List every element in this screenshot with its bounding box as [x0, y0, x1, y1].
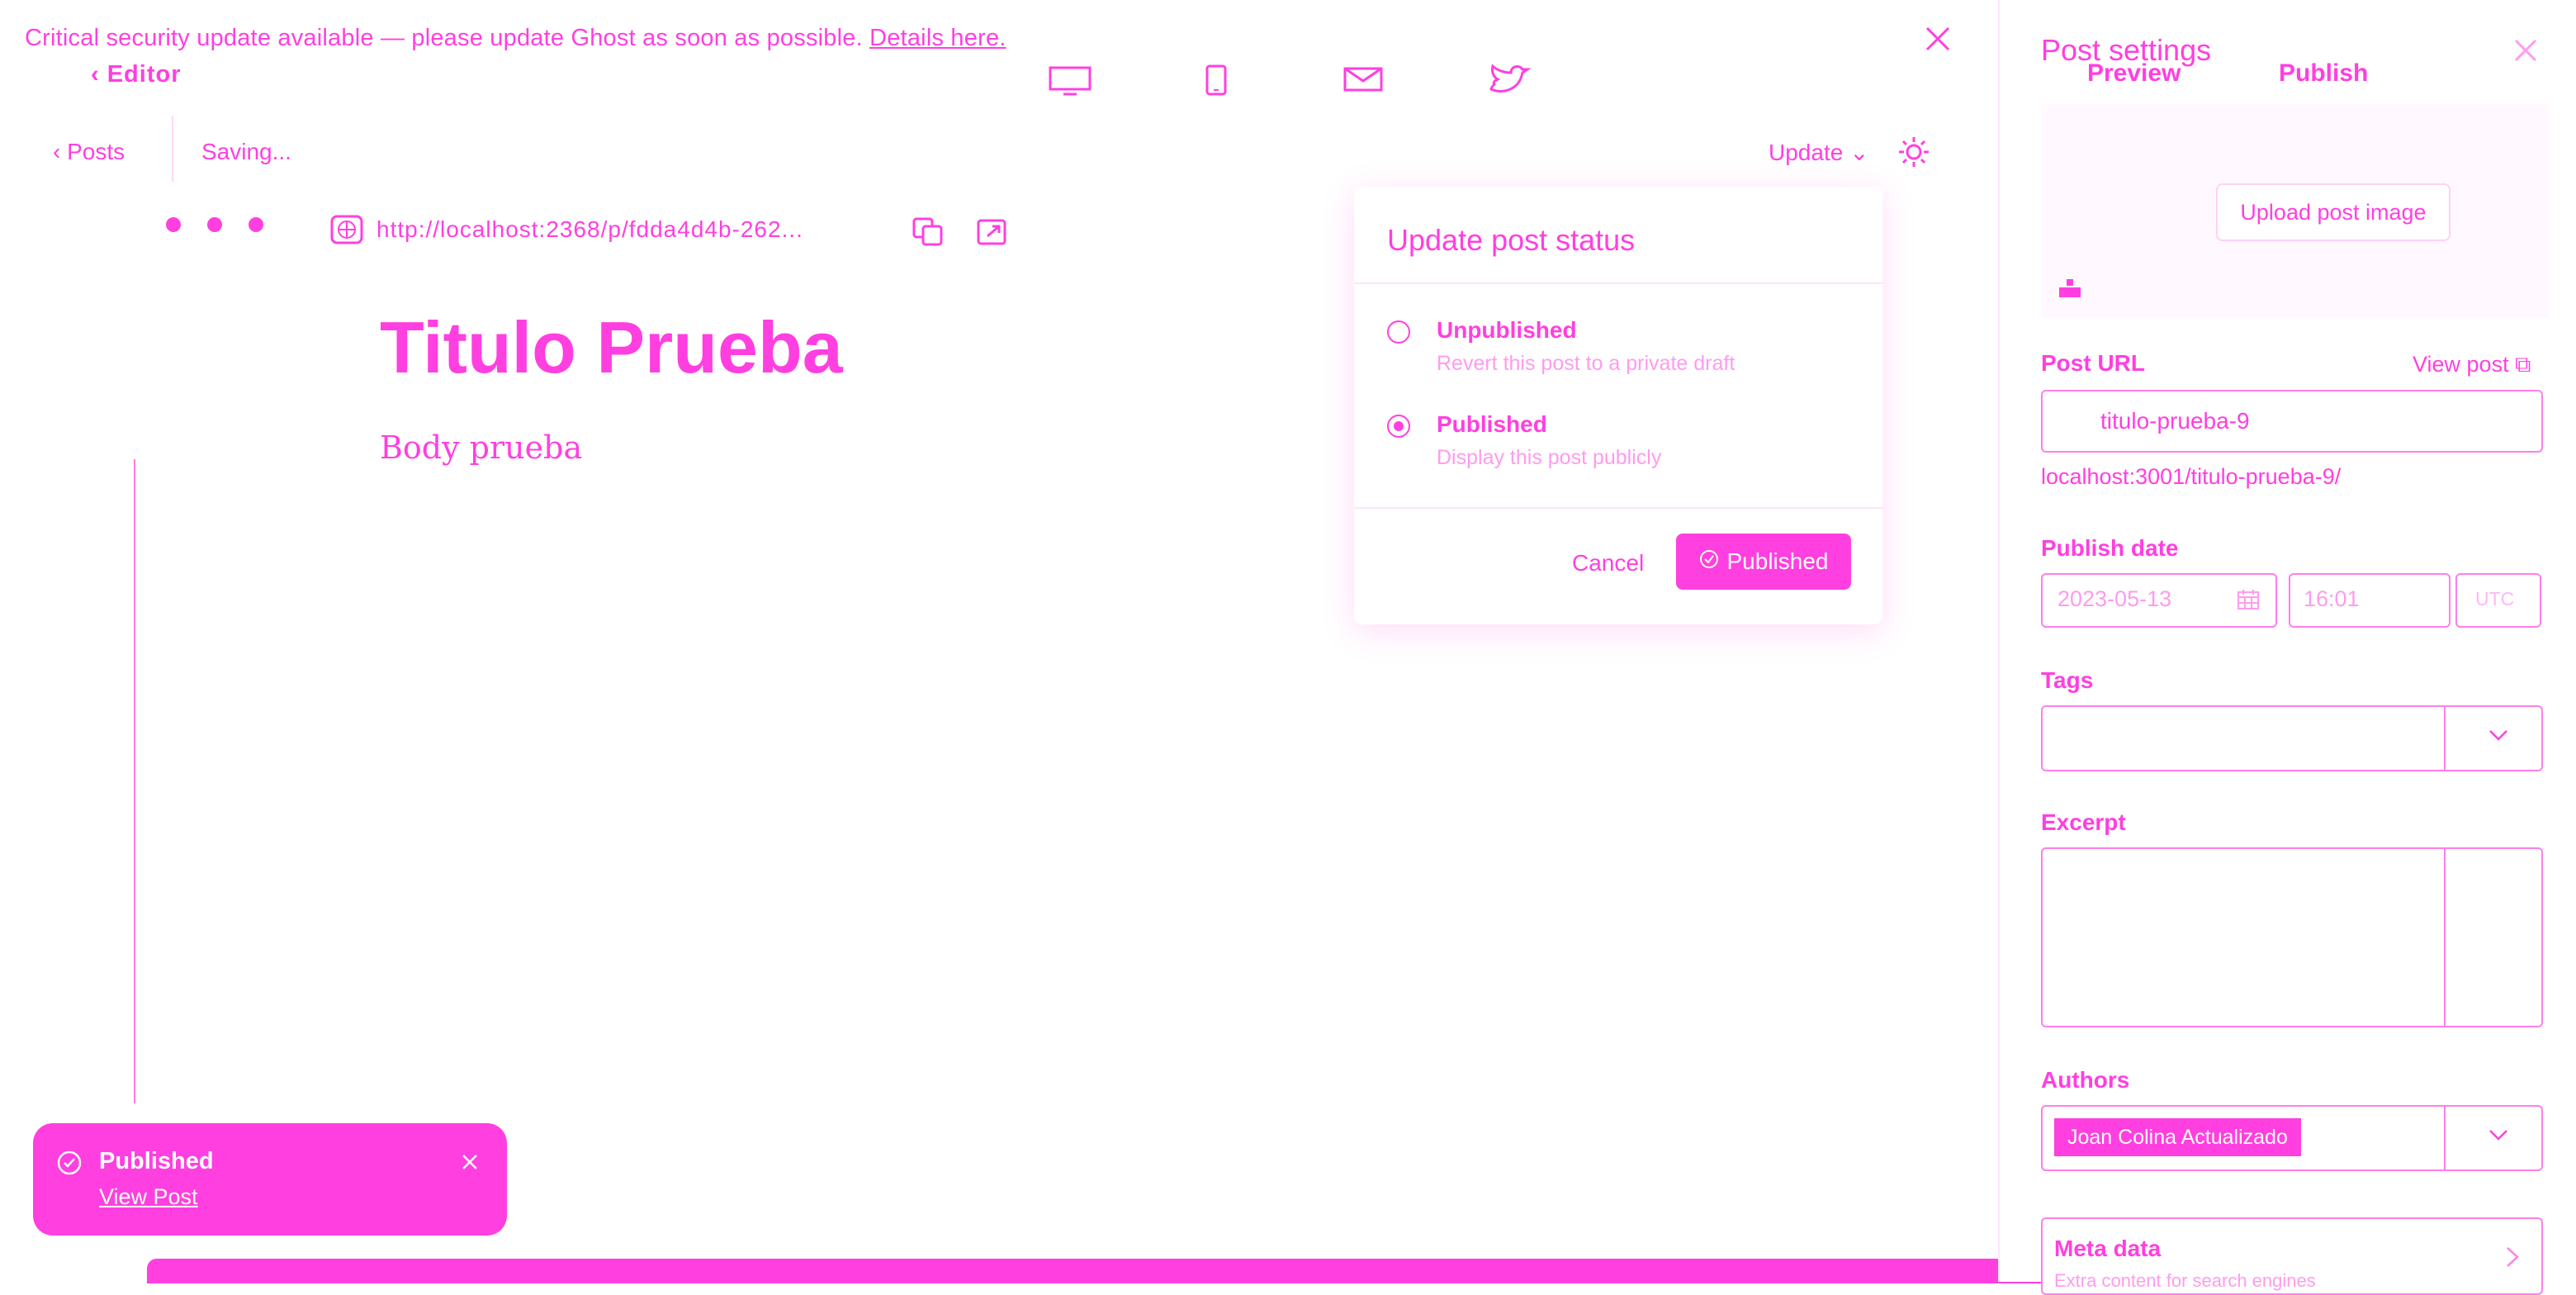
tab-preview[interactable]: Preview	[2087, 59, 2181, 88]
calendar-icon[interactable]	[2236, 588, 2261, 611]
published-button[interactable]: Published	[1676, 534, 1851, 590]
globe-icon	[330, 215, 363, 244]
radio-published[interactable]	[1387, 415, 1410, 438]
check-circle-icon	[56, 1150, 83, 1176]
published-label: Published	[1726, 548, 1829, 574]
external-link-icon[interactable]	[976, 218, 1007, 246]
option-description: Revert this post to a private draft	[1437, 352, 1735, 375]
status-option-unpublished[interactable]: Unpublished Revert this post to a privat…	[1387, 317, 1849, 383]
publish-date-label: Publish date	[2041, 535, 2179, 561]
editor-back-label: Editor	[107, 61, 182, 88]
desktop-icon[interactable]	[1047, 64, 1093, 97]
excerpt-label: Excerpt	[2041, 809, 2126, 835]
divider	[2444, 1107, 2446, 1169]
chevron-left-icon: ‹	[53, 139, 68, 164]
editor-left-rule	[134, 459, 135, 1103]
close-icon[interactable]	[1924, 25, 1952, 53]
publish-time-value: 16:01	[2304, 586, 2360, 611]
authors-input[interactable]: Joan Colina Actualizado	[2041, 1105, 2543, 1171]
radio-unpublished[interactable]	[1387, 320, 1410, 344]
post-url-value: titulo-prueba-9	[2100, 408, 2250, 434]
security-banner: Critical security update available — ple…	[25, 25, 1006, 52]
post-full-url: localhost:3001/titulo-prueba-9/	[2041, 464, 2342, 489]
close-icon[interactable]	[2513, 38, 2538, 63]
tab-publish[interactable]: Publish	[2279, 59, 2368, 88]
cancel-button[interactable]: Cancel	[1572, 550, 1644, 576]
status-option-published[interactable]: Published Display this post publicly	[1387, 411, 1849, 477]
check-circle-icon	[1699, 548, 1719, 575]
excerpt-textarea[interactable]	[2041, 847, 2543, 1027]
publish-date-value: 2023-05-13	[2057, 586, 2172, 611]
meta-data-title: Meta data	[2054, 1236, 2162, 1261]
copy-icon[interactable]	[912, 216, 945, 246]
meta-data-subtitle: Extra content for search engines	[2054, 1270, 2316, 1291]
popover-title: Update post status	[1387, 223, 1636, 257]
twitter-icon[interactable]	[1486, 64, 1531, 97]
toast-title: Published	[99, 1148, 214, 1174]
chevron-down-icon[interactable]	[2488, 728, 2508, 742]
editor-back-button[interactable]: ‹ Editor	[91, 61, 182, 88]
post-body[interactable]: Body prueba	[380, 429, 582, 466]
saving-status: Saving...	[201, 139, 291, 164]
view-post-link[interactable]: View post ⧉	[2413, 352, 2531, 378]
option-label: Unpublished	[1437, 317, 1577, 343]
toolbar-divider	[172, 116, 173, 182]
chevron-right-icon[interactable]	[2505, 1245, 2520, 1269]
author-chip[interactable]: Joan Colina Actualizado	[2054, 1118, 2301, 1156]
post-url-label: Post URL	[2041, 350, 2145, 376]
banner-text: Critical security update available — ple…	[25, 25, 863, 51]
chevron-down-icon: ⌄	[1849, 140, 1869, 165]
divider	[1354, 282, 1882, 284]
post-url-input[interactable]: titulo-prueba-9	[2041, 390, 2543, 453]
post-image-dropzone[interactable]: Upload post image	[2041, 104, 2550, 317]
published-toast: Published View Post	[33, 1123, 507, 1236]
view-post-link[interactable]: View Post	[99, 1184, 198, 1210]
preview-url: http://localhost:2368/p/fdda4d4b-262...	[376, 216, 803, 242]
divider	[2444, 707, 2446, 770]
close-icon[interactable]	[461, 1153, 479, 1171]
update-button[interactable]: Update ⌄	[1769, 139, 1869, 166]
tablet-icon[interactable]	[1204, 64, 1229, 97]
post-settings-sidebar: Post settings Preview Publish Upload pos…	[1998, 0, 2576, 1295]
timezone-badge: UTC	[2455, 573, 2541, 628]
gear-icon[interactable]	[1897, 135, 1930, 168]
banner-details-link[interactable]: Details here.	[869, 25, 1006, 51]
timezone-value: UTC	[2475, 588, 2515, 610]
view-post-label: View post	[2413, 352, 2509, 377]
window-dots-icon	[163, 216, 271, 233]
external-link-icon: ⧉	[2515, 352, 2531, 377]
chevron-left-icon: ‹	[91, 61, 107, 88]
publish-date-input[interactable]: 2023-05-13	[2041, 573, 2277, 628]
posts-label: Posts	[67, 139, 125, 164]
divider	[1354, 507, 1882, 509]
upload-image-button[interactable]: Upload post image	[2216, 183, 2451, 241]
meta-data-section[interactable]: Meta data Extra content for search engin…	[2041, 1217, 2543, 1295]
posts-breadcrumb[interactable]: ‹ Posts	[53, 139, 125, 165]
divider	[2444, 849, 2446, 1026]
option-label: Published	[1437, 411, 1547, 437]
authors-label: Authors	[2041, 1067, 2130, 1093]
post-title[interactable]: Titulo Prueba	[380, 306, 843, 390]
tags-input[interactable]	[2041, 705, 2543, 771]
chevron-down-icon[interactable]	[2488, 1128, 2508, 1141]
image-icon[interactable]	[2057, 276, 2082, 301]
tags-label: Tags	[2041, 667, 2094, 693]
update-status-popover: Update post status Unpublished Revert th…	[1354, 187, 1882, 624]
email-icon[interactable]	[1342, 64, 1384, 94]
update-label: Update	[1769, 140, 1844, 165]
publish-time-input[interactable]: 16:01	[2289, 573, 2451, 628]
option-description: Display this post publicly	[1437, 446, 1662, 469]
